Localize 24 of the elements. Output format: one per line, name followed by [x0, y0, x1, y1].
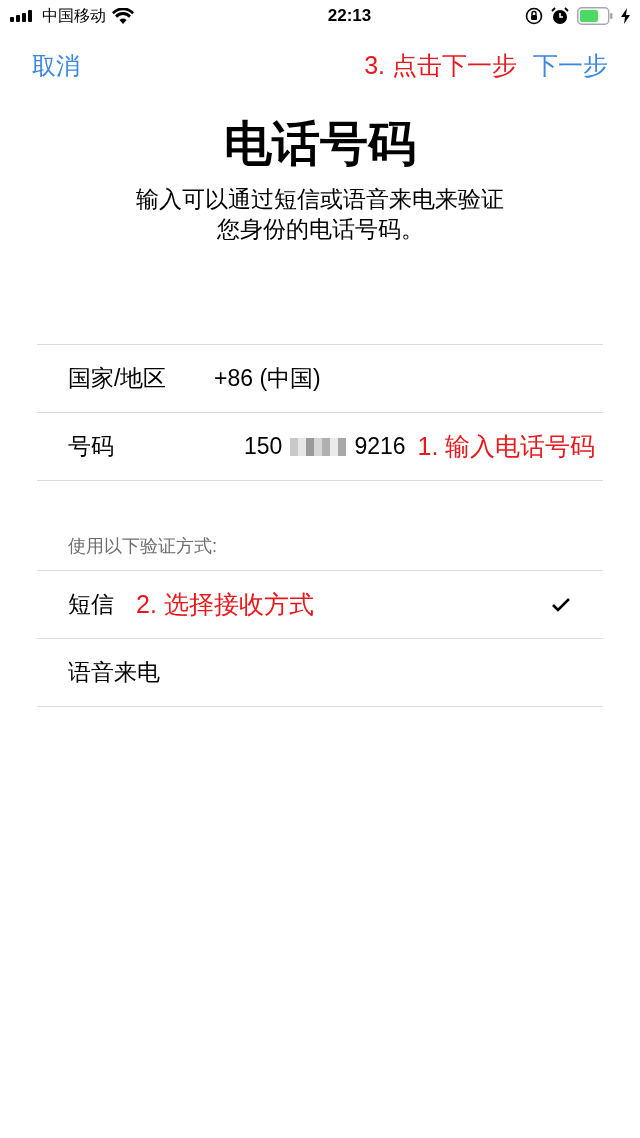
phone-number-part: 150 [244, 432, 283, 462]
alarm-icon [551, 7, 569, 25]
description-text: 输入可以通过短信或语音来电来验证 [136, 185, 504, 214]
field-value: +86 (中国) [214, 364, 321, 394]
status-time: 22:13 [327, 5, 372, 28]
redaction-blur [290, 437, 347, 456]
annotation-text: 2. 选择接收方式 [136, 588, 314, 620]
carrier-name: 中国移动 [42, 6, 106, 26]
wifi-icon [112, 8, 134, 24]
field-label: 国家/地区 [68, 364, 168, 394]
field-label: 号码 [68, 432, 115, 462]
battery-icon [577, 7, 613, 25]
annotation-text: 1. 输入电话号码 [417, 430, 596, 462]
rotation-lock-icon [525, 7, 543, 25]
charging-icon [621, 8, 630, 24]
method-option[interactable]: 短信 2. 选择接收方式 [37, 571, 603, 639]
cancel-button[interactable]: 取消 [32, 48, 80, 84]
annotation-text: 3. 点击下一步 [364, 50, 517, 82]
next-button[interactable]: 下一步 [533, 47, 608, 85]
description-text: 您身份的电话号码。 [216, 215, 424, 244]
page-title: 电话号码 [223, 116, 417, 172]
method-option[interactable]: 语音来电 [37, 639, 603, 707]
phone-number-part: 9216 [354, 432, 406, 462]
section-header: 使用以下验证方式: [68, 535, 218, 558]
